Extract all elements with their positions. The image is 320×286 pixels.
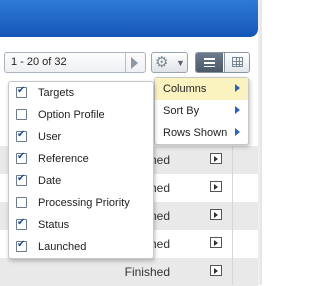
checkbox[interactable] — [16, 109, 27, 120]
row-action-icon[interactable] — [210, 209, 222, 220]
column-option-date[interactable]: Date — [9, 171, 153, 193]
column-option-label: Targets — [38, 87, 75, 99]
column-option-label: Reference — [38, 153, 89, 165]
window-edge — [258, 0, 262, 285]
list-view-button[interactable] — [196, 53, 223, 72]
chevron-down-icon: ▼ — [176, 58, 185, 68]
column-option-label: Processing Priority — [38, 197, 130, 209]
column-option-status[interactable]: Status — [9, 215, 153, 237]
app-header-bar — [0, 0, 258, 37]
column-option-launched[interactable]: Launched — [9, 237, 153, 259]
column-option-label: Launched — [38, 241, 87, 253]
row-action-icon[interactable] — [210, 237, 222, 248]
column-option-label: Option Profile — [38, 109, 105, 121]
status-cell: Finished — [124, 265, 170, 279]
menu-item-rows-shown[interactable]: Rows Shown — [155, 122, 248, 144]
column-option-reference[interactable]: Reference — [9, 149, 153, 171]
checkbox[interactable] — [16, 173, 27, 186]
settings-dropdown-button[interactable]: ⚙ ▼ — [151, 52, 188, 73]
row-action-icon[interactable] — [210, 181, 222, 192]
settings-menu: Columns Sort By Rows Shown — [154, 77, 249, 145]
row-action-icon[interactable] — [210, 153, 222, 164]
checkbox[interactable] — [16, 151, 27, 164]
column-option-targets[interactable]: Targets — [9, 83, 153, 105]
row-action-icon[interactable] — [210, 265, 222, 276]
submenu-arrow-icon — [235, 84, 240, 92]
checkbox[interactable] — [16, 239, 27, 252]
menu-item-label: Columns — [163, 83, 207, 95]
checkbox[interactable] — [16, 197, 27, 208]
gear-icon: ⚙ — [155, 54, 169, 71]
submenu-arrow-icon — [235, 128, 240, 136]
column-option-user[interactable]: User — [9, 127, 153, 149]
columns-menu: Targets Option Profile User Reference Da… — [8, 81, 154, 259]
list-view-icon — [204, 58, 215, 67]
menu-item-columns[interactable]: Columns — [155, 78, 248, 100]
column-option-label: User — [38, 131, 62, 143]
next-page-icon[interactable] — [131, 57, 138, 69]
column-option-label: Status — [38, 219, 70, 231]
menu-item-sort-by[interactable]: Sort By — [155, 100, 248, 122]
submenu-arrow-icon — [235, 106, 240, 114]
column-option-option-profile[interactable]: Option Profile — [9, 105, 153, 127]
column-option-label: Date — [38, 175, 62, 187]
checkbox[interactable] — [16, 217, 27, 230]
view-toggle — [195, 52, 250, 73]
table-row[interactable]: Finished — [0, 258, 258, 286]
grid-view-button[interactable] — [224, 53, 249, 72]
pager: 1 - 20 of 32 — [4, 52, 146, 73]
column-divider — [232, 146, 233, 285]
list-toolbar: 1 - 20 of 32 ⚙ ▼ — [0, 48, 258, 80]
pager-range: 1 - 20 of 32 — [11, 56, 67, 68]
menu-item-label: Rows Shown — [163, 127, 228, 139]
column-option-processing-priority[interactable]: Processing Priority — [9, 193, 153, 215]
pager-divider — [125, 53, 126, 72]
grid-view-icon — [232, 57, 243, 67]
checkbox[interactable] — [16, 129, 27, 142]
checkbox[interactable] — [16, 85, 27, 98]
menu-item-label: Sort By — [163, 105, 200, 117]
